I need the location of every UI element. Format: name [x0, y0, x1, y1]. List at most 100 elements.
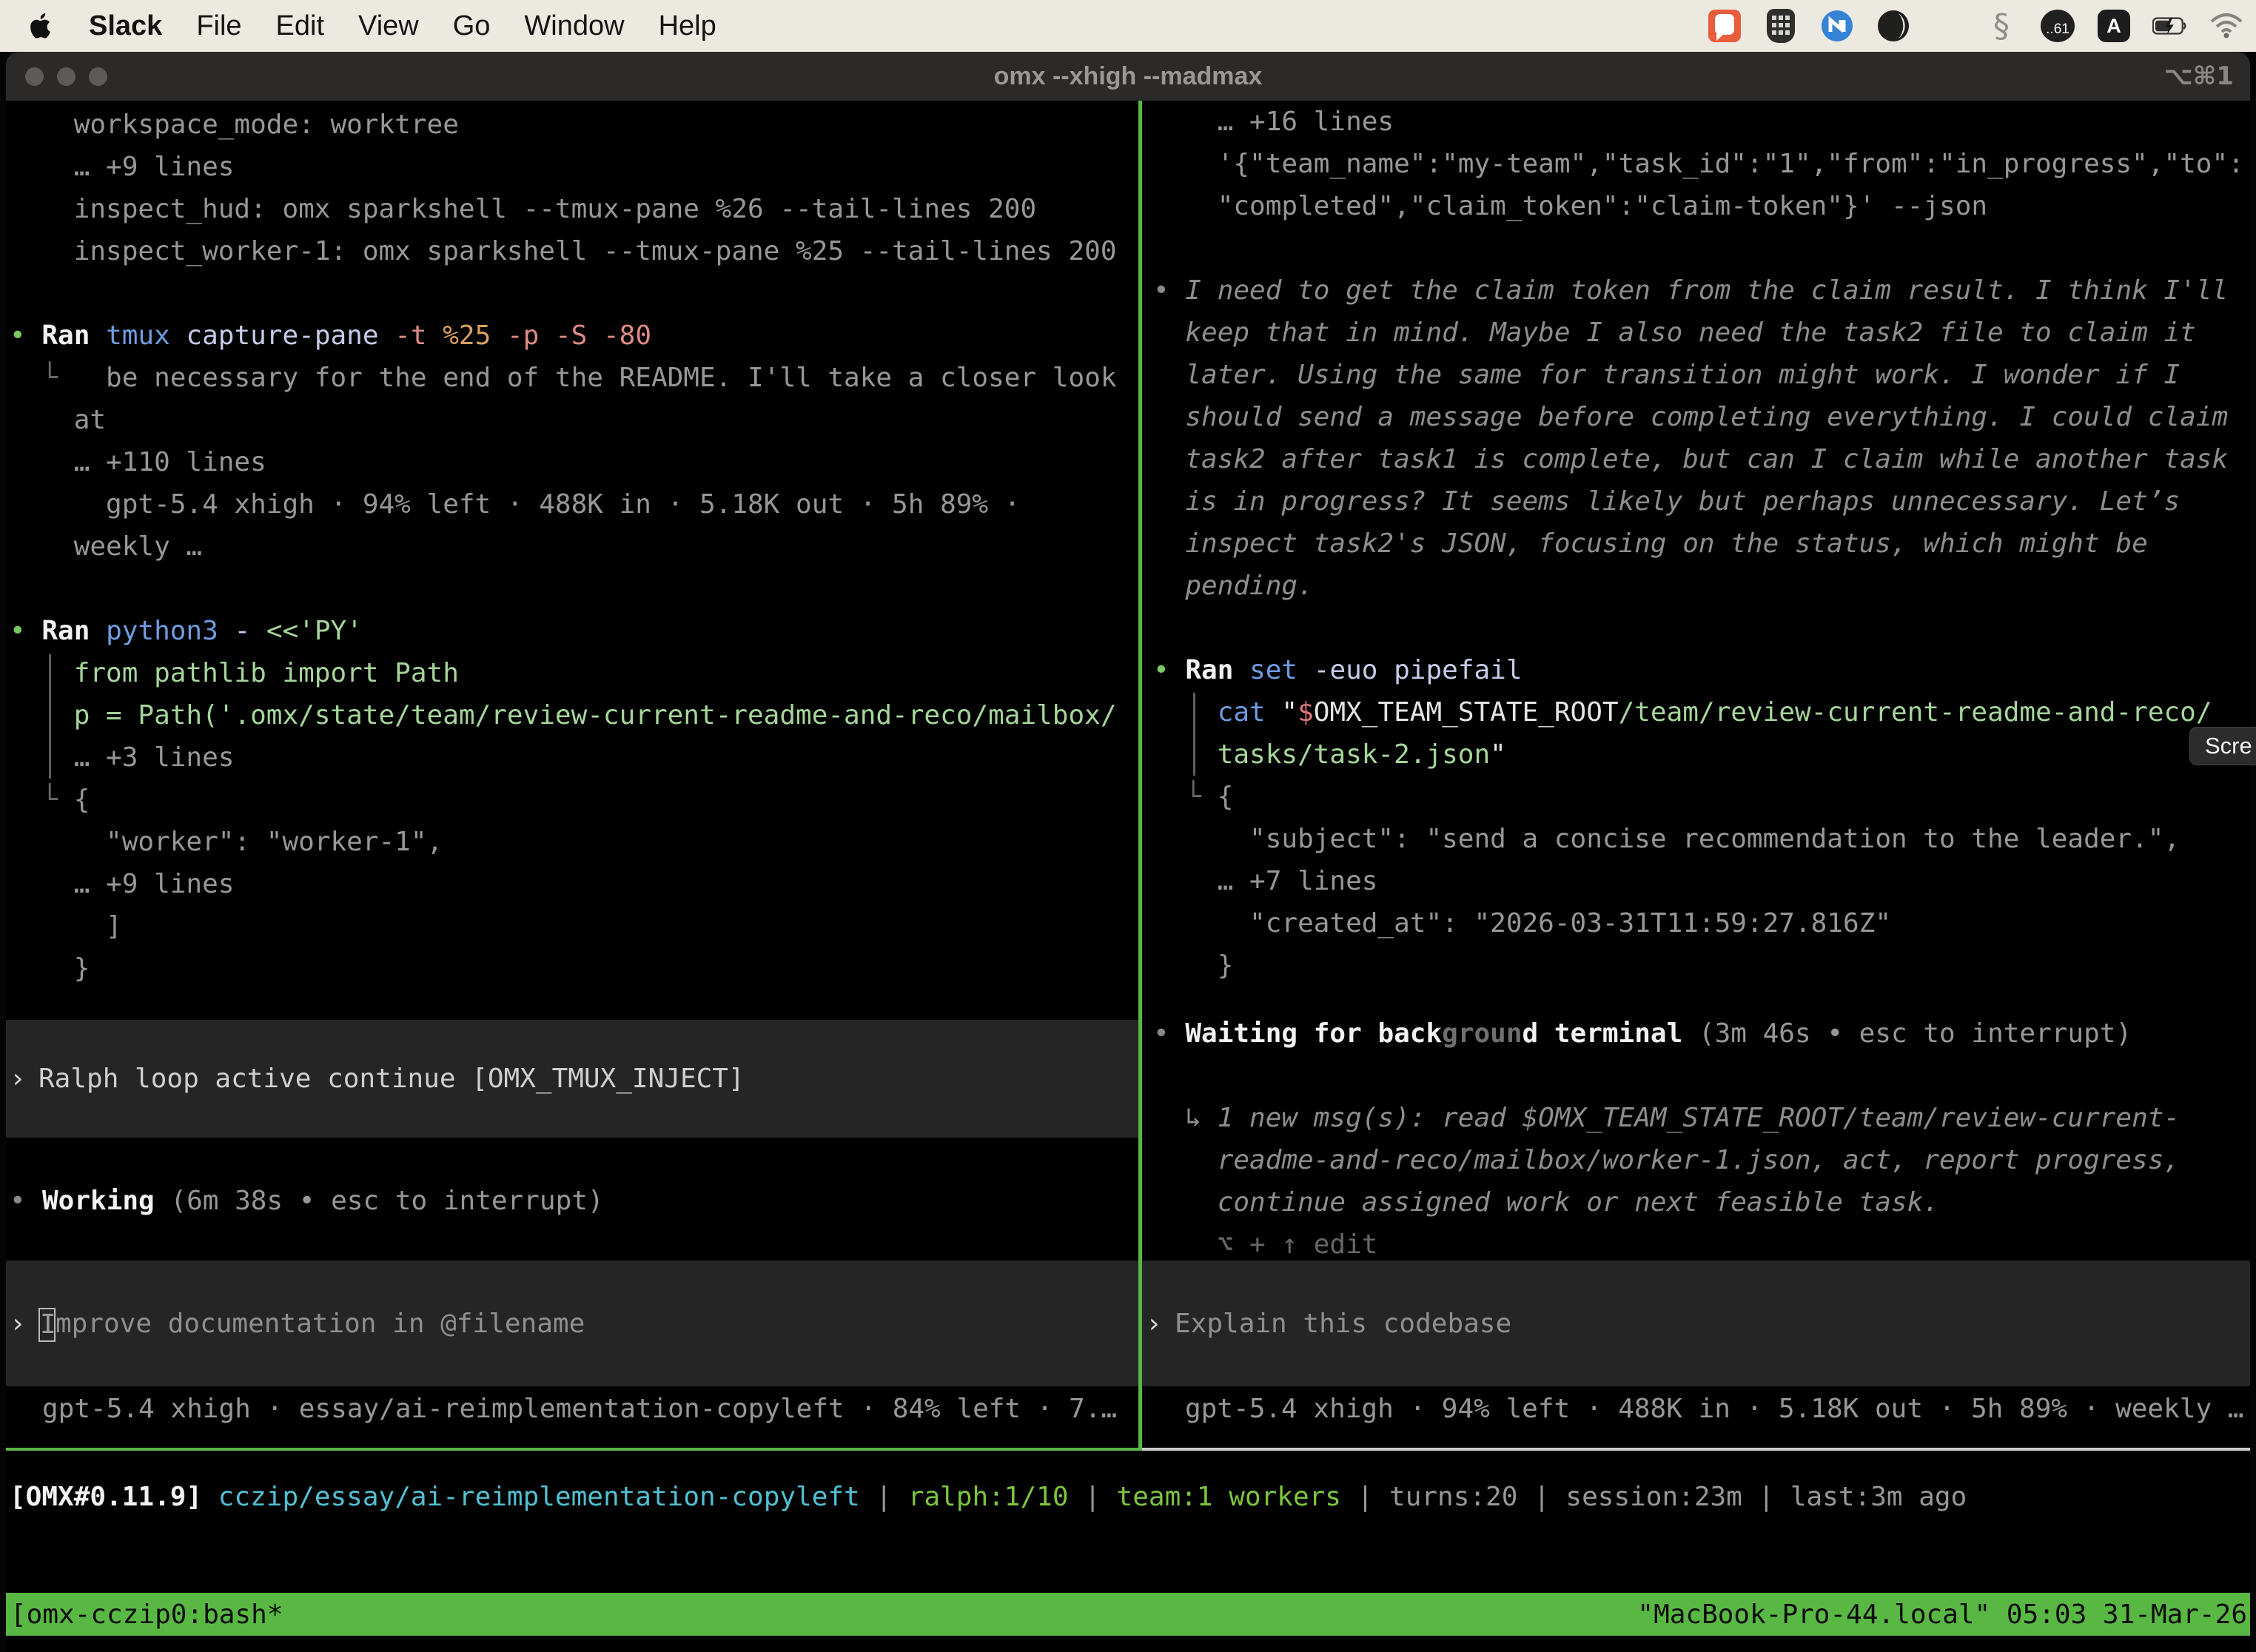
terminal-line: "created_at": "2026-03-31T11:59:27.816Z"	[1153, 902, 2244, 944]
terminal-content: workspace_mode: worktree … +9 lines insp…	[6, 101, 2250, 1652]
count-badge-label: ..61	[2041, 10, 2075, 42]
shield-grid-icon[interactable]	[1763, 8, 1799, 44]
terminal-line: }	[1153, 944, 2244, 987]
apple-logo-icon[interactable]	[30, 11, 55, 41]
menu-item-edit[interactable]: Edit	[276, 10, 324, 42]
left-prompt-icon: ›	[6, 1303, 38, 1345]
terminal-line	[1153, 607, 2244, 649]
tmux-status-bar: [omx-cczip0:bash* "MacBook-Pro-44.local"…	[6, 1593, 2250, 1636]
terminal-line: ⌥ + ↑ edit	[1153, 1223, 2180, 1266]
terminal-line: • Ran python3 - <<'PY'	[10, 610, 1117, 652]
title-bar[interactable]: omx --xhigh --madmax ⌥⌘1	[6, 52, 2250, 101]
window-shortcut-hint: ⌥⌘1	[2164, 61, 2234, 91]
dots-grid-icon[interactable]	[1932, 10, 1963, 41]
right-status-line: gpt-5.4 xhigh · 94% left · 488K in · 5.1…	[1185, 1388, 2243, 1430]
left-prompt-input[interactable]: Improve documentation in @filename	[38, 1303, 585, 1345]
working-label: Working	[42, 1186, 155, 1216]
terminal-line: … +110 lines	[10, 441, 1117, 483]
menu-item-window[interactable]: Window	[524, 10, 624, 42]
terminal-line: … +9 lines	[10, 146, 1117, 188]
terminal-line: ]	[10, 905, 1117, 947]
terminal-line	[1153, 1055, 2180, 1097]
tmux-window-label[interactable]: [omx-cczip0:bash*	[6, 1594, 283, 1636]
a-badge-icon[interactable]: A	[2096, 8, 2132, 44]
right-pane-waiting-output: • Waiting for background terminal (3m 46…	[1153, 1013, 2180, 1266]
right-pane-output[interactable]: … +16 lines '{"team_name":"my-team","tas…	[1153, 101, 2244, 987]
screen: Slack File Edit View Go Window Help § ..…	[0, 0, 2256, 1652]
menu-item-view[interactable]: View	[358, 10, 419, 42]
omx-status-segment: [OMX#0.11.9]	[10, 1482, 202, 1512]
terminal-line: }	[10, 947, 1117, 990]
battery-icon[interactable]	[2152, 8, 2188, 44]
a-badge-label: A	[2098, 10, 2130, 42]
terminal-line: cat "$OMX_TEAM_STATE_ROOT/team/review-cu…	[1153, 691, 2244, 733]
terminal-line	[10, 568, 1117, 610]
terminal-line: later. Using the same for transition mig…	[1153, 354, 2244, 396]
terminal-line: … +7 lines	[1153, 860, 2244, 902]
terminal-line: • I need to get the claim token from the…	[1153, 269, 2244, 312]
terminal-line: inspect task2's JSON, focusing on the st…	[1153, 523, 2244, 565]
dark-app-icon[interactable]	[1876, 8, 1911, 44]
terminal-line: ↳ 1 new msg(s): read $OMX_TEAM_STATE_ROO…	[1153, 1097, 2180, 1139]
terminal-line: at	[10, 399, 1117, 441]
ralph-loop-banner-text: Ralph loop active continue [OMX_TMUX_INJ…	[38, 1058, 745, 1100]
omx-status-segment: |	[860, 1482, 908, 1512]
menu-item-help[interactable]: Help	[659, 10, 716, 42]
omx-status-segment: cczip/essay/ai-reimplementation-copyleft	[218, 1482, 860, 1512]
omx-status-segment	[202, 1482, 218, 1512]
terminal-line: keep that in mind. Maybe I also need the…	[1153, 312, 2244, 354]
window-title: omx --xhigh --madmax	[6, 62, 2250, 91]
count-badge-icon[interactable]: ..61	[2040, 8, 2075, 44]
working-detail: (6m 38s • esc to interrupt)	[155, 1186, 604, 1216]
terminal-line: inspect_worker-1: omx sparkshell --tmux-…	[10, 230, 1117, 272]
terminal-line: p = Path('.omx/state/team/review-current…	[10, 694, 1117, 736]
terminal-line: └ be necessary for the end of the README…	[10, 357, 1117, 399]
terminal-line: should send a message before completing …	[1153, 396, 2244, 438]
terminal-line	[1153, 227, 2244, 269]
menu-item-file[interactable]: File	[196, 10, 241, 42]
terminal-line: … +9 lines	[10, 863, 1117, 905]
right-prompt-icon: ›	[1142, 1303, 1175, 1345]
menu-bar-left: Slack File Edit View Go Window Help	[0, 10, 716, 42]
terminal-line: "worker": "worker-1",	[10, 821, 1117, 863]
terminal-line: • Ran tmux capture-pane -t %25 -p -S -80	[10, 315, 1117, 357]
terminal-line: '{"team_name":"my-team","task_id":"1","f…	[1153, 143, 2244, 185]
terminal-window: omx --xhigh --madmax ⌥⌘1 workspace_mode:…	[6, 52, 2250, 1652]
terminal-line: task2 after task1 is complete, but can I…	[1153, 438, 2244, 480]
terminal-line	[10, 272, 1117, 315]
tmux-host-clock: "MacBook-Pro-44.local" 05:03 31-Mar-26	[1637, 1594, 2250, 1636]
working-status: •Working (6m 38s • esc to interrupt)	[10, 1180, 604, 1222]
terminal-line: "subject": "send a concise recommendatio…	[1153, 818, 2244, 860]
screen-share-tooltip: Scre	[2189, 727, 2256, 765]
squiggle-icon[interactable]: §	[1984, 8, 2019, 44]
wifi-icon[interactable]	[2209, 8, 2244, 44]
terminal-line: tasks/task-2.json"	[1153, 733, 2244, 776]
terminal-line: • Ran set -euo pipefail	[1153, 649, 2244, 691]
terminal-line: pending.	[1153, 565, 2244, 607]
omx-status-bar: [OMX#0.11.9] cczip/essay/ai-reimplementa…	[10, 1476, 1967, 1518]
left-pane-output[interactable]: workspace_mode: worktree … +9 lines insp…	[10, 104, 1117, 990]
pane-divider[interactable]	[1138, 101, 1142, 1451]
right-prompt-box[interactable]: ›Explain this codebase	[1142, 1260, 2250, 1386]
menu-bar-status-icons: § ..61 A	[1707, 8, 2256, 44]
tool-call-connector-line	[49, 654, 51, 779]
terminal-line: continue assigned work or next feasible …	[1153, 1181, 2180, 1223]
menu-item-slack[interactable]: Slack	[89, 10, 162, 42]
ralph-loop-banner: ›Ralph loop active continue [OMX_TMUX_IN…	[6, 1020, 1138, 1138]
omx-status-segment: |	[1069, 1482, 1117, 1512]
blue-app-icon[interactable]	[1819, 8, 1855, 44]
terminal-line: └ {	[10, 779, 1117, 821]
menu-bar: Slack File Edit View Go Window Help § ..…	[0, 0, 2256, 52]
left-pane-bottom-border	[6, 1448, 1138, 1451]
menu-item-go[interactable]: Go	[453, 10, 491, 42]
omx-status-segment: ralph:1/10	[908, 1482, 1069, 1512]
left-prompt-box[interactable]: ›Improve documentation in @filename	[6, 1260, 1138, 1386]
omx-status-segment: |	[1341, 1482, 1389, 1512]
terminal-line: workspace_mode: worktree	[10, 104, 1117, 146]
terminal-line: "completed","claim_token":"claim-token"}…	[1153, 185, 2244, 227]
right-prompt-input[interactable]: Explain this codebase	[1175, 1303, 1511, 1345]
terminal-line: … +3 lines	[10, 736, 1117, 779]
terminal-line: inspect_hud: omx sparkshell --tmux-pane …	[10, 188, 1117, 230]
terminal-cursor: I	[38, 1308, 56, 1342]
screen-recording-icon[interactable]	[1707, 8, 1742, 44]
